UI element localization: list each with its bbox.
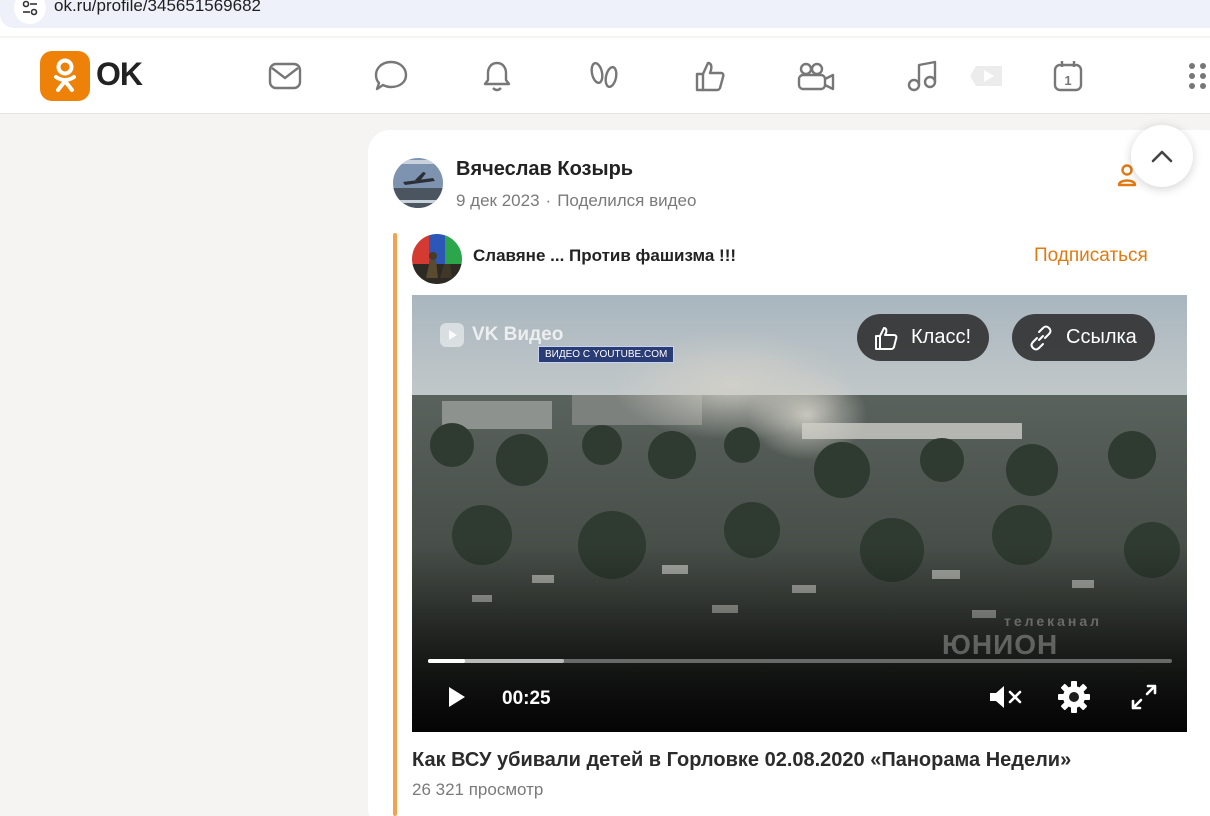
settings-button[interactable] [1056,679,1092,715]
vk-video-icon[interactable] [964,56,1008,96]
post-meta: 9 дек 2023 · Поделился видео [456,191,696,211]
meta-separator: · [545,191,552,210]
thumbs-up-icon [875,326,898,350]
gear-icon [1058,681,1090,713]
vk-video-label: VK Видео [440,323,563,347]
events-icon[interactable] [690,56,730,96]
video-title[interactable]: Как ВСУ убивали детей в Горловке 02.08.2… [412,749,1071,772]
source-tag: ВИДЕО С YOUTUBE.COM [538,346,675,363]
group-name[interactable]: Славяне ... Против фашизма !!! [473,246,736,266]
view-count: 26 321 просмотр [412,780,544,799]
notifications-icon[interactable] [477,56,517,96]
copy-link-button[interactable]: Ссылка [1012,314,1155,361]
progress-played [428,659,466,663]
chevron-up-icon [1151,150,1173,163]
music-icon[interactable] [902,56,942,96]
mute-button[interactable] [988,679,1024,715]
channel-watermark: телеканал ЮНИОН [942,613,1102,661]
progress-bar[interactable] [428,659,1172,663]
discussions-icon[interactable] [371,56,411,96]
browser-address-bar: ok.ru/profile/345651569682 [0,0,1210,36]
video-player[interactable]: VK Видео ВИДЕО С YOUTUBE.COM Класс! Ссыл… [412,295,1187,732]
calendar-icon[interactable]: 1 [1048,56,1088,96]
fullscreen-button[interactable] [1126,679,1162,715]
calendar-day: 1 [1064,73,1071,88]
video-icon[interactable] [796,56,836,96]
ok-logo-icon[interactable] [40,51,90,101]
current-time: 00:25 [502,688,551,709]
author-name[interactable]: Вячеслав Козырь [456,158,633,181]
ok-logo-text[interactable]: OK [96,56,143,93]
url-text: ok.ru/profile/345651569682 [54,0,261,15]
play-icon [449,687,465,707]
author-avatar[interactable] [393,158,443,208]
group-avatar[interactable] [412,234,462,284]
play-button[interactable] [438,679,474,715]
shared-content-accent [393,233,397,816]
scroll-to-top-button[interactable] [1131,125,1193,187]
watermark-main: ЮНИОН [942,629,1059,660]
copy-link-label: Ссылка [1066,326,1137,348]
watermark-top: телеканал [1004,613,1103,629]
fullscreen-icon [1131,684,1157,710]
volume-muted-icon [990,686,1022,708]
vk-play-icon [440,323,464,347]
class-like-label: Класс! [911,326,971,348]
apps-grid-icon[interactable] [1186,56,1210,96]
post-date[interactable]: 9 дек 2023 [456,191,540,210]
guests-icon[interactable] [584,56,624,96]
post-action: Поделился видео [557,191,697,210]
subscribe-button[interactable]: Подписаться [1034,245,1148,267]
link-icon [1030,325,1052,350]
site-settings-icon[interactable] [14,0,46,24]
url-field[interactable]: ok.ru/profile/345651569682 [0,0,1210,28]
site-header: OK 1 [0,38,1210,114]
vk-video-text: VK Видео [472,324,564,345]
class-like-button[interactable]: Класс! [857,314,989,361]
messages-icon[interactable] [265,56,305,96]
